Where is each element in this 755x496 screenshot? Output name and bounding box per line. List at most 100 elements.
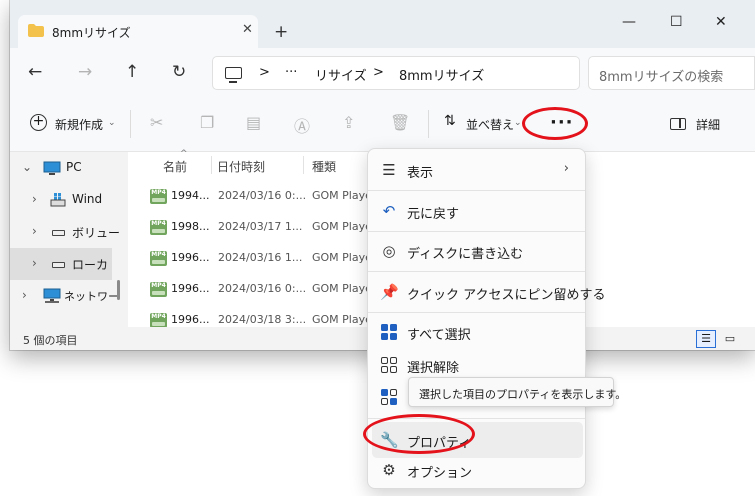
- menu-divider: [368, 231, 585, 232]
- mp4-file-icon: MP4: [150, 251, 167, 266]
- breadcrumb-current[interactable]: 8mmリサイズ: [399, 65, 484, 84]
- chevron-right-icon[interactable]: ›: [32, 224, 37, 238]
- tiles-view-icon[interactable]: ▭: [720, 330, 740, 348]
- disc-icon: ◎: [382, 242, 396, 260]
- select-all-icon: [381, 324, 397, 340]
- sidebar-item-volume[interactable]: › ボリュー: [10, 216, 120, 248]
- sort-button[interactable]: 並べ替え: [466, 116, 514, 133]
- column-header-name[interactable]: 名前: [163, 158, 187, 175]
- search-input[interactable]: 8mmリサイズの検索: [588, 56, 755, 90]
- sort-icon[interactable]: ⇅: [444, 113, 456, 129]
- sidebar-item-pc[interactable]: ⌄ PC: [10, 152, 112, 184]
- properties-tooltip: 選択した項目のプロパティを表示します。: [408, 377, 626, 407]
- minimize-icon[interactable]: —: [622, 14, 636, 30]
- column-header-date[interactable]: 日付時刻: [217, 158, 265, 175]
- new-tab-icon[interactable]: +: [274, 22, 288, 42]
- delete-icon[interactable]: 🗑: [390, 113, 410, 132]
- navigation-bar: ← → ↑ ↻ > ··· リサイズ > 8mmリサイズ 8mmリサイズの検索: [10, 48, 755, 98]
- sidebar-item-network[interactable]: › ネットワー: [10, 280, 119, 312]
- maximize-icon[interactable]: ☐: [670, 14, 683, 30]
- column-divider[interactable]: [303, 156, 304, 174]
- chevron-down-icon[interactable]: ⌄: [514, 118, 522, 128]
- sidebar-scrollbar[interactable]: [117, 152, 120, 327]
- copy-icon[interactable]: ❐: [200, 113, 214, 132]
- menu-item-label: 選択解除: [407, 361, 460, 376]
- rename-icon[interactable]: Ⓐ: [294, 113, 310, 137]
- command-bar: + 新規作成 ⌄ ✂ ❐ ▤ Ⓐ ⇪ 🗑 ⇅ 並べ替え ⌄ ··· 詳細: [10, 98, 755, 152]
- menu-item-label: すべて選択: [407, 328, 471, 343]
- cut-icon[interactable]: ✂: [150, 113, 163, 132]
- sidebar-item-label: ネットワー: [64, 290, 119, 303]
- file-date: 2024/03/16 0:...: [218, 189, 307, 202]
- menu-item-view[interactable]: ☰ 表示 ›: [372, 152, 583, 188]
- sidebar-item-windows-drive[interactable]: › Wind: [10, 184, 112, 216]
- file-date: 2024/03/18 3:...: [218, 313, 307, 326]
- menu-item-pin-quick-access[interactable]: 📌 クイック アクセスにピン留めする: [372, 274, 605, 310]
- file-name: 1996...: [171, 313, 210, 326]
- tab-bar: 8mmリサイズ ✕ + — ☐ ✕: [10, 0, 755, 48]
- sidebar-item-label: ローカ: [72, 258, 109, 272]
- menu-item-undo[interactable]: ↶ 元に戻す: [372, 193, 583, 229]
- column-header-type[interactable]: 種類: [312, 158, 336, 175]
- navigation-pane: ⌄ PC › Wind › ボリュー › ローカ › ネットワー: [10, 152, 120, 327]
- back-arrow-icon[interactable]: ←: [28, 62, 42, 82]
- breadcrumb-separator: >: [259, 65, 270, 80]
- tab-8mm-resize[interactable]: 8mmリサイズ ✕: [18, 15, 258, 48]
- mp4-file-icon: MP4: [150, 220, 167, 235]
- address-bar[interactable]: > ··· リサイズ > 8mmリサイズ: [212, 56, 580, 90]
- refresh-icon[interactable]: ↻: [172, 62, 186, 82]
- chevron-right-icon[interactable]: ›: [32, 192, 37, 206]
- mp4-file-icon: MP4: [150, 282, 167, 297]
- view-lines-icon: ☰: [382, 161, 396, 179]
- pin-icon: 📌: [380, 283, 399, 301]
- sidebar-item-local-disk[interactable]: › ローカ: [10, 248, 112, 280]
- tab-title: 8mmリサイズ: [52, 26, 131, 40]
- file-date: 2024/03/16 0:...: [218, 282, 307, 295]
- tab-close-icon[interactable]: ✕: [242, 22, 253, 37]
- up-arrow-icon[interactable]: ↑: [125, 62, 139, 82]
- chevron-expanded-icon[interactable]: ⌄: [22, 160, 32, 174]
- details-button[interactable]: 詳細: [696, 116, 720, 133]
- details-pane-icon[interactable]: [670, 118, 686, 130]
- divider: [130, 110, 131, 138]
- windows-drive-icon: [50, 193, 66, 207]
- undo-icon: ↶: [382, 202, 396, 220]
- details-view-icon[interactable]: ☰: [696, 330, 716, 348]
- menu-divider: [368, 312, 585, 313]
- folder-icon: [28, 24, 44, 37]
- chevron-right-icon[interactable]: ›: [22, 288, 27, 302]
- menu-item-select-all[interactable]: すべて選択: [372, 314, 583, 350]
- menu-divider: [368, 190, 585, 191]
- chevron-down-icon[interactable]: ⌄: [108, 118, 116, 128]
- tooltip-text: 選択した項目のプロパティを表示します。: [419, 388, 627, 401]
- new-button[interactable]: 新規作成: [55, 116, 103, 133]
- search-placeholder: 8mmリサイズの検索: [599, 70, 724, 85]
- forward-arrow-icon[interactable]: →: [78, 62, 92, 82]
- file-name: 1996...: [171, 282, 210, 295]
- invert-selection-icon: [381, 389, 397, 405]
- chevron-right-icon[interactable]: ›: [32, 256, 37, 270]
- menu-item-label: ディスクに書き込む: [407, 247, 524, 262]
- drive-icon: [52, 262, 65, 268]
- breadcrumb-separator: >: [373, 65, 384, 80]
- menu-item-burn-disc[interactable]: ◎ ディスクに書き込む: [372, 233, 583, 269]
- menu-item-options[interactable]: ⚙ オプション: [372, 452, 583, 488]
- highlight-ring: [363, 414, 475, 454]
- select-none-icon: [381, 357, 397, 373]
- breadcrumb-ellipsis[interactable]: ···: [285, 65, 297, 80]
- share-icon[interactable]: ⇪: [342, 113, 355, 132]
- breadcrumb-parent[interactable]: リサイズ: [315, 65, 367, 84]
- file-name: 1996...: [171, 251, 210, 264]
- highlight-ring: [522, 107, 588, 140]
- new-plus-icon[interactable]: +: [30, 114, 47, 131]
- menu-divider: [368, 271, 585, 272]
- sidebar-item-label: ボリュー: [72, 226, 121, 240]
- column-divider[interactable]: [211, 156, 212, 174]
- file-date: 2024/03/17 1...: [218, 220, 303, 233]
- sidebar-item-label: Wind: [72, 192, 103, 206]
- menu-item-label: 元に戻す: [407, 207, 460, 222]
- scrollbar-thumb[interactable]: [117, 280, 120, 300]
- paste-icon[interactable]: ▤: [246, 113, 261, 132]
- close-window-icon[interactable]: ✕: [715, 14, 727, 30]
- pc-icon: [43, 161, 61, 175]
